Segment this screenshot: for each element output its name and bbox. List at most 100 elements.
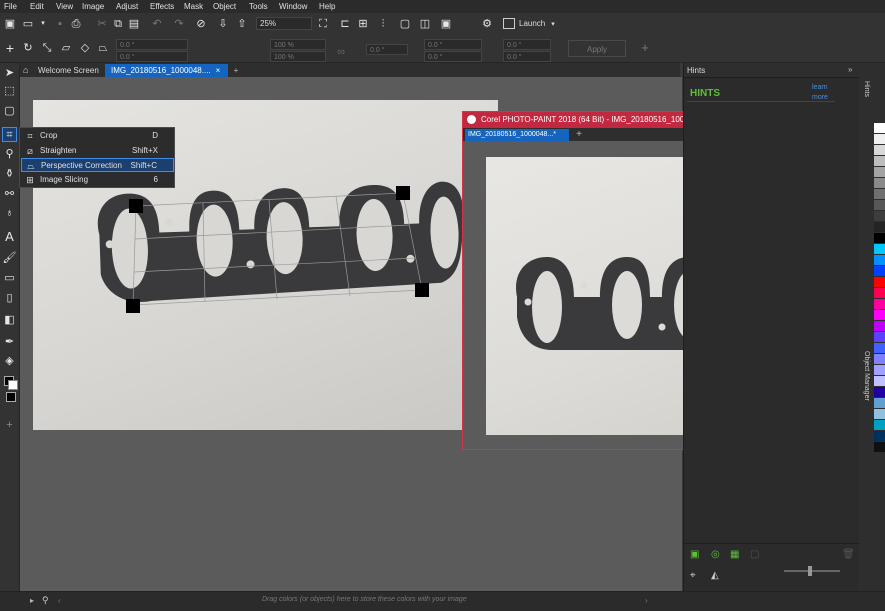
angle-field-1[interactable]: 0.0 ° (116, 39, 188, 50)
tab-document[interactable]: IMG_20180516_1000048.... (105, 64, 228, 77)
new-document-icon[interactable]: ▣ (3, 17, 17, 31)
perspective-handle[interactable] (129, 199, 143, 213)
palette-swatch[interactable] (874, 156, 885, 166)
new-lens-icon[interactable]: ◎ (711, 549, 720, 560)
palette-swatch[interactable] (874, 255, 885, 265)
zoom-level-dropdown[interactable]: 25% (256, 17, 312, 30)
side-tab-hints[interactable]: Hints (860, 81, 870, 97)
home-icon[interactable]: ⌂ (23, 65, 28, 75)
rotation-field[interactable]: 0.0 ° (366, 44, 408, 55)
crop-tool-icon[interactable]: ⌗ (2, 127, 17, 142)
menu-window[interactable]: Window (279, 2, 307, 11)
transform-tool-icon[interactable]: ⬚ (2, 84, 17, 99)
fill-tool-icon[interactable]: ◈ (2, 354, 17, 369)
chevron-right-icon[interactable]: › (645, 596, 648, 605)
zoom-tool-icon[interactable]: ⚲ (2, 147, 17, 162)
redeye-tool-icon[interactable]: ⚯ (2, 187, 17, 202)
perspective-handle[interactable] (415, 283, 429, 297)
flyout-perspective-correction[interactable]: ⏢ Perspective Correction Shift+C (21, 158, 174, 172)
corel-connect-icon[interactable]: ⊘ (194, 17, 208, 31)
launch-dropdown[interactable]: Launch ▾ (503, 17, 561, 31)
palette-swatch[interactable] (874, 288, 885, 298)
opacity-slider-thumb[interactable] (808, 566, 812, 576)
text-tool-icon[interactable]: A (2, 229, 17, 244)
scale-height-field[interactable]: 100 % (270, 51, 326, 62)
link-icon[interactable]: ∞ (334, 45, 348, 59)
delete-icon[interactable]: 🗑 (842, 549, 855, 560)
object-properties-icon[interactable]: ▢ (750, 549, 759, 560)
palette-swatch[interactable] (874, 145, 885, 155)
skew-h-field[interactable]: 0.0 ° (424, 39, 482, 50)
perspective-handle[interactable] (396, 186, 410, 200)
copy-icon[interactable]: ⧉ (111, 17, 125, 31)
clone-tool-icon[interactable]: ♁ (2, 206, 17, 221)
side-tab-object-manager[interactable]: Object Manager (860, 351, 870, 401)
rectangle-tool-icon[interactable]: ▭ (2, 271, 17, 286)
position-x-field[interactable]: 0.0 ° (503, 39, 551, 50)
floating-tab-document[interactable]: IMG_20180516_1000048...* (465, 129, 569, 141)
perspective-handle[interactable] (126, 299, 140, 313)
menu-file[interactable]: File (4, 2, 17, 11)
skew-v-field[interactable]: 0.0 ° (424, 51, 482, 62)
palette-swatch[interactable] (874, 178, 885, 188)
menu-effects[interactable]: Effects (150, 2, 174, 11)
palette-swatch[interactable] (874, 211, 885, 221)
collapse-icon[interactable]: » (848, 65, 852, 74)
close-icon[interactable]: × (212, 64, 224, 77)
color-swatches[interactable] (3, 376, 18, 404)
drop-shadow-tool-icon[interactable]: ◧ (2, 313, 17, 328)
import-icon[interactable]: ⇩ (216, 17, 230, 31)
palette-swatch[interactable] (874, 387, 885, 397)
add-tab-button[interactable]: + (573, 128, 585, 141)
palette-swatch[interactable] (874, 189, 885, 199)
open-folder-icon[interactable]: ▭ (21, 17, 35, 31)
paint-tool-icon[interactable]: 🖌 (2, 251, 17, 266)
menu-adjust[interactable]: Adjust (116, 2, 138, 11)
menu-image[interactable]: Image (82, 2, 104, 11)
palette-swatch[interactable] (874, 277, 885, 287)
menu-object[interactable]: Object (213, 2, 236, 11)
undo-icon[interactable]: ↶ (150, 17, 164, 31)
play-icon[interactable]: ▸ (30, 596, 34, 605)
palette-swatch[interactable] (874, 321, 885, 331)
layers-icon[interactable]: ◭ (711, 570, 719, 581)
flyout-straighten[interactable]: ⧄ Straighten Shift+X (21, 144, 174, 158)
gear-icon[interactable]: ⚙ (480, 17, 494, 31)
apply-button[interactable]: Apply (568, 40, 626, 57)
palette-swatch[interactable] (874, 365, 885, 375)
mask-overlay-icon[interactable]: ◫ (418, 17, 432, 31)
opacity-slider[interactable] (784, 570, 840, 572)
background-color-swatch[interactable] (8, 380, 18, 390)
palette-swatch[interactable] (874, 354, 885, 364)
cut-icon[interactable]: ✂ (95, 17, 109, 31)
palette-swatch[interactable] (874, 442, 885, 452)
chevron-left-icon[interactable]: ‹ (58, 596, 61, 605)
print-icon[interactable]: ⎙ (69, 17, 83, 31)
grid-icon[interactable]: ⊞ (356, 17, 370, 31)
distort-icon[interactable]: ◇ (78, 41, 92, 55)
rotate-icon[interactable]: ↻ (21, 41, 35, 55)
menu-edit[interactable]: Edit (30, 2, 44, 11)
full-screen-icon[interactable]: ⛶ (316, 17, 330, 31)
save-icon[interactable]: ▪ (53, 17, 67, 31)
add-icon[interactable]: + (2, 418, 17, 433)
mask-tool-icon[interactable]: ▢ (2, 104, 17, 119)
menu-view[interactable]: View (56, 2, 73, 11)
object-marquee-icon[interactable]: ▣ (439, 17, 453, 31)
add-icon[interactable]: + (3, 41, 17, 55)
add-icon[interactable]: + (638, 41, 652, 55)
new-mask-icon[interactable]: ▦ (730, 549, 739, 560)
palette-swatch[interactable] (874, 233, 885, 243)
tab-welcome-screen[interactable]: Welcome Screen (32, 64, 105, 77)
palette-swatch[interactable] (874, 332, 885, 342)
target-icon[interactable]: ⌖ (690, 570, 696, 581)
guidelines-icon[interactable]: ⫶ (376, 17, 390, 31)
mask-marquee-icon[interactable]: ▢ (398, 17, 412, 31)
menu-mask[interactable]: Mask (184, 2, 203, 11)
palette-swatch[interactable] (874, 343, 885, 353)
palette-swatch[interactable] (874, 244, 885, 254)
flyout-crop[interactable]: ⌗ Crop D (21, 129, 174, 143)
position-y-field[interactable]: 0.0 ° (503, 51, 551, 62)
palette-swatch[interactable] (874, 222, 885, 232)
eraser-tool-icon[interactable]: ▯ (2, 291, 17, 306)
